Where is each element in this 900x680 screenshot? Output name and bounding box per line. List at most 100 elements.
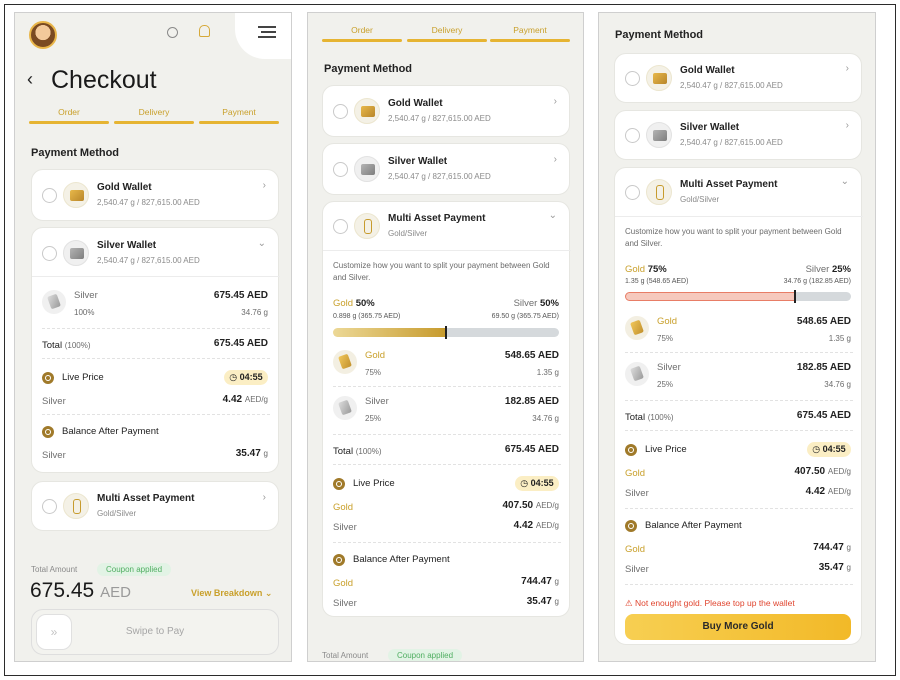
live-price-label: Live Price (645, 444, 687, 455)
silver-coin-icon (333, 396, 357, 420)
total-value: 675.45 AED (504, 444, 559, 455)
gold-row-label: Gold (365, 350, 386, 361)
silver-split-detail: 34.76 g (182.85 AED) (783, 278, 851, 285)
silver-wallet-balance: 2,540.47 g / 827,615.00 AED (97, 256, 200, 265)
live-price-icon (333, 478, 345, 490)
gold-wallet-radio[interactable] (42, 188, 57, 203)
gold-wallet-icon (354, 98, 380, 124)
gold-wallet-name: Gold Wallet (388, 98, 443, 109)
silver-row-label: Silver (74, 290, 98, 301)
tab-order[interactable]: Order (29, 107, 109, 117)
balance-after-value: 35.47 g (235, 448, 268, 459)
split-slider[interactable] (333, 326, 559, 339)
silver-wallet-radio[interactable] (625, 128, 640, 143)
silver-coin-icon (625, 362, 649, 386)
live-price-label: Live Price (353, 478, 395, 489)
silver-wallet-icon (354, 156, 380, 182)
view-breakdown-link[interactable]: View Breakdown ⌄ (191, 588, 272, 599)
slider-handle[interactable] (445, 326, 447, 339)
split-description: Customize how you want to split your pay… (333, 261, 550, 282)
gold-wallet-card[interactable]: Gold Wallet 2,540.47 g / 827,615.00 AED … (614, 53, 862, 103)
silver-row-pct: 25% (657, 380, 674, 389)
gold-wallet-radio[interactable] (333, 104, 348, 119)
bell-icon[interactable] (199, 25, 210, 37)
checkout-screen-split-50: Order Delivery Payment Payment Method Go… (307, 12, 584, 662)
silver-wallet-name: Silver Wallet (680, 122, 740, 133)
gold-split-detail: 1.35 g (548.65 AED) (625, 278, 689, 285)
silver-row-amount: 182.85 AED (796, 362, 851, 373)
checkout-screen-collapsed: ‹ Checkout Order Delivery Payment Paymen… (14, 12, 292, 662)
live-price-value: 4.42 AED/g (222, 394, 268, 405)
tab-delivery[interactable]: Delivery (114, 107, 194, 117)
split-slider[interactable] (625, 290, 851, 303)
silver-row-pct: 25% (365, 414, 382, 423)
timer-badge: ◷ 04:55 (807, 442, 851, 457)
gold-row-amount: 548.65 AED (504, 350, 559, 361)
chevron-right-icon: › (262, 180, 266, 191)
tab-payment[interactable]: Payment (490, 25, 570, 35)
balance-after-gold-label: Gold (625, 544, 646, 555)
multi-asset-icon (63, 493, 89, 519)
balance-after-silver-label: Silver (625, 564, 649, 575)
tab-payment[interactable]: Payment (199, 107, 279, 117)
silver-row-amount: 675.45 AED (213, 290, 268, 301)
gold-row-pct: 75% (657, 334, 674, 343)
multi-asset-card[interactable]: Multi Asset Payment Gold/Silver ⌄ Custom… (322, 201, 571, 617)
page-title: Checkout (51, 66, 157, 94)
silver-wallet-card[interactable]: Silver Wallet 2,540.47 g / 827,615.00 AE… (614, 110, 862, 160)
silver-wallet-card[interactable]: Silver Wallet 2,540.47 g / 827,615.00 AE… (322, 143, 570, 195)
tab-delivery[interactable]: Delivery (407, 25, 487, 35)
silver-wallet-radio[interactable] (333, 162, 348, 177)
multi-asset-sub: Gold/Silver (97, 509, 137, 518)
total-label: Total (100%) (333, 446, 382, 457)
gold-row-pct: 75% (365, 368, 382, 377)
chevron-right-icon: › (553, 96, 557, 107)
live-price-gold-label: Gold (625, 468, 646, 479)
checkout-screen-split-75: Payment Method Gold Wallet 2,540.47 g / … (598, 12, 876, 662)
live-price-gold-value: 407.50 AED/g (502, 500, 560, 511)
search-icon[interactable] (167, 27, 178, 38)
timer-badge: ◷ 04:55 (224, 370, 268, 385)
silver-wallet-balance: 2,540.47 g / 827,615.00 AED (388, 172, 491, 181)
coupon-badge: Coupon applied (388, 649, 462, 661)
back-icon[interactable]: ‹ (27, 69, 33, 90)
multi-asset-card[interactable]: Multi Asset Payment Gold/Silver › (31, 481, 279, 531)
live-price-gold-value: 407.50 AED/g (794, 466, 852, 477)
gold-split-label: Gold 50% (333, 298, 375, 309)
buy-more-gold-button[interactable]: Buy More Gold (625, 614, 851, 640)
multi-asset-radio[interactable] (625, 185, 640, 200)
avatar[interactable] (29, 21, 57, 49)
total-value: 675.45 AED (213, 338, 268, 349)
multi-asset-radio[interactable] (42, 499, 57, 514)
balance-after-label: Balance After Payment (645, 520, 742, 531)
multi-asset-name: Multi Asset Payment (680, 179, 778, 190)
gold-row-amount: 548.65 AED (796, 316, 851, 327)
total-label: Total (100%) (625, 412, 674, 423)
silver-split-label: Silver 25% (805, 264, 851, 275)
silver-wallet-radio[interactable] (42, 246, 57, 261)
multi-asset-sub: Gold/Silver (680, 195, 720, 204)
total-amount-label: Total Amount (322, 651, 369, 660)
gold-wallet-card[interactable]: Gold Wallet 2,540.47 g / 827,615.00 AED … (31, 169, 279, 221)
gold-wallet-name: Gold Wallet (97, 182, 152, 193)
silver-coin-icon (42, 290, 66, 314)
gold-wallet-card[interactable]: Gold Wallet 2,540.47 g / 827,615.00 AED … (322, 85, 570, 137)
chevron-right-icon: › (845, 120, 849, 131)
gold-wallet-radio[interactable] (625, 71, 640, 86)
multi-asset-icon (354, 213, 380, 239)
balance-after-icon (333, 554, 345, 566)
tab-order[interactable]: Order (322, 25, 402, 35)
multi-asset-card[interactable]: Multi Asset Payment Gold/Silver ⌄ Custom… (614, 167, 863, 645)
slider-handle[interactable] (794, 290, 796, 303)
swipe-label: Swipe to Pay (125, 626, 185, 637)
live-price-metal: Silver (42, 396, 66, 407)
silver-wallet-card[interactable]: Silver Wallet 2,540.47 g / 827,615.00 AE… (31, 227, 280, 473)
gold-coin-icon (333, 350, 357, 374)
balance-after-gold-value: 744.47 g (813, 542, 851, 553)
multi-asset-radio[interactable] (333, 219, 348, 234)
swipe-to-pay[interactable]: » Swipe to Pay (31, 609, 279, 655)
silver-wallet-balance: 2,540.47 g / 827,615.00 AED (680, 138, 783, 147)
menu-button[interactable] (235, 13, 291, 59)
silver-split-label: Silver 50% (513, 298, 559, 309)
silver-row-grams: 34.76 g (532, 414, 559, 423)
